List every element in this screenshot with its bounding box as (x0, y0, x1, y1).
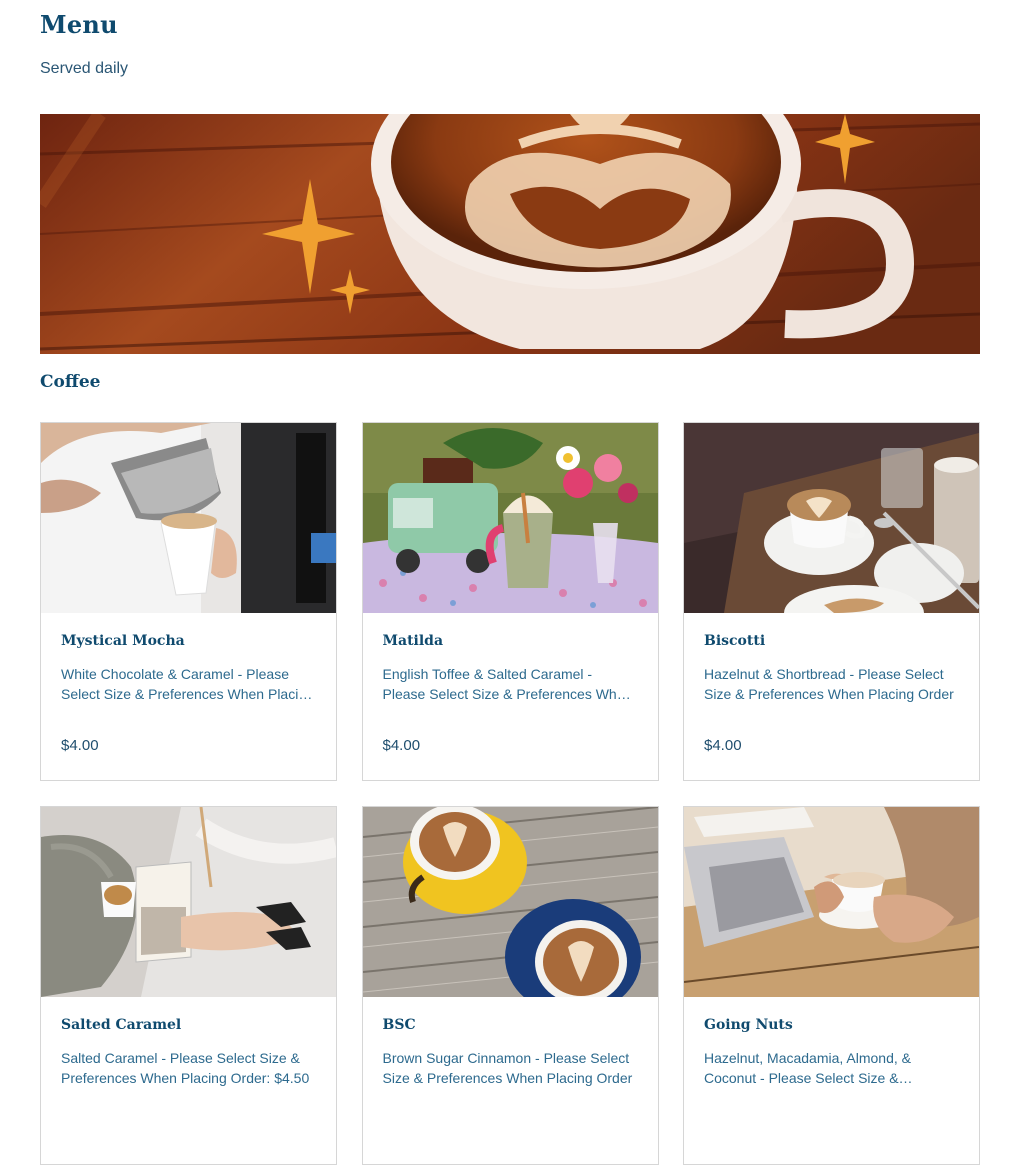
menu-item-description: Hazelnut & Shortbread - Please Select Si… (704, 666, 954, 702)
menu-title: Menu (40, 10, 118, 39)
menu-item-description: Brown Sugar Cinnamon - Please Select Siz… (382, 1050, 633, 1086)
menu-item-card[interactable]: BSC Brown Sugar Cinnamon - Please Select… (361, 806, 659, 1165)
menu-item-card[interactable]: Biscotti Hazelnut & Shortbread - Please … (683, 422, 980, 781)
menu-item-image (362, 807, 658, 997)
menu-item-card[interactable]: Mystical Mocha White Chocolate & Caramel… (40, 422, 337, 781)
menu-item-card[interactable]: Salted Caramel Salted Caramel - Please S… (40, 806, 337, 1165)
menu-item-description: Salted Caramel - Please Select Size & Pr… (61, 1050, 310, 1086)
menu-page: Menu Served daily Coffee Mystical Mocha … (0, 0, 1010, 1165)
menu-item-image (684, 423, 979, 613)
menu-item-image (41, 807, 336, 997)
menu-item-image (41, 423, 336, 613)
menu-item-name: Biscotti (704, 633, 766, 649)
hero-latte-image (40, 114, 980, 354)
menu-item-name: Salted Caramel (61, 1017, 182, 1033)
menu-item-price: $4.00 (704, 737, 742, 754)
menu-item-description: Hazelnut, Macadamia, Almond, & Coconut -… (704, 1050, 911, 1086)
menu-item-image (362, 423, 658, 613)
menu-item-description: White Chocolate & Caramel - Please Selec… (61, 666, 314, 702)
menu-item-name: Matilda (382, 633, 444, 649)
menu-subtitle: Served daily (40, 60, 129, 77)
menu-item-description: English Toffee & Salted Caramel - Please… (382, 666, 633, 702)
menu-item-card[interactable]: Matilda English Toffee & Salted Caramel … (361, 422, 659, 781)
menu-item-price: $4.00 (382, 737, 421, 754)
menu-item-name: Mystical Mocha (61, 633, 185, 649)
menu-item-name: Going Nuts (704, 1017, 793, 1033)
menu-items-grid: Mystical Mocha White Chocolate & Caramel… (40, 422, 980, 1165)
section-title-coffee: Coffee (40, 372, 101, 392)
menu-item-name: BSC (382, 1017, 416, 1033)
menu-item-card[interactable]: Going Nuts Hazelnut, Macadamia, Almond, … (683, 806, 980, 1165)
menu-item-price: $4.00 (61, 737, 99, 754)
menu-item-image (684, 807, 979, 997)
